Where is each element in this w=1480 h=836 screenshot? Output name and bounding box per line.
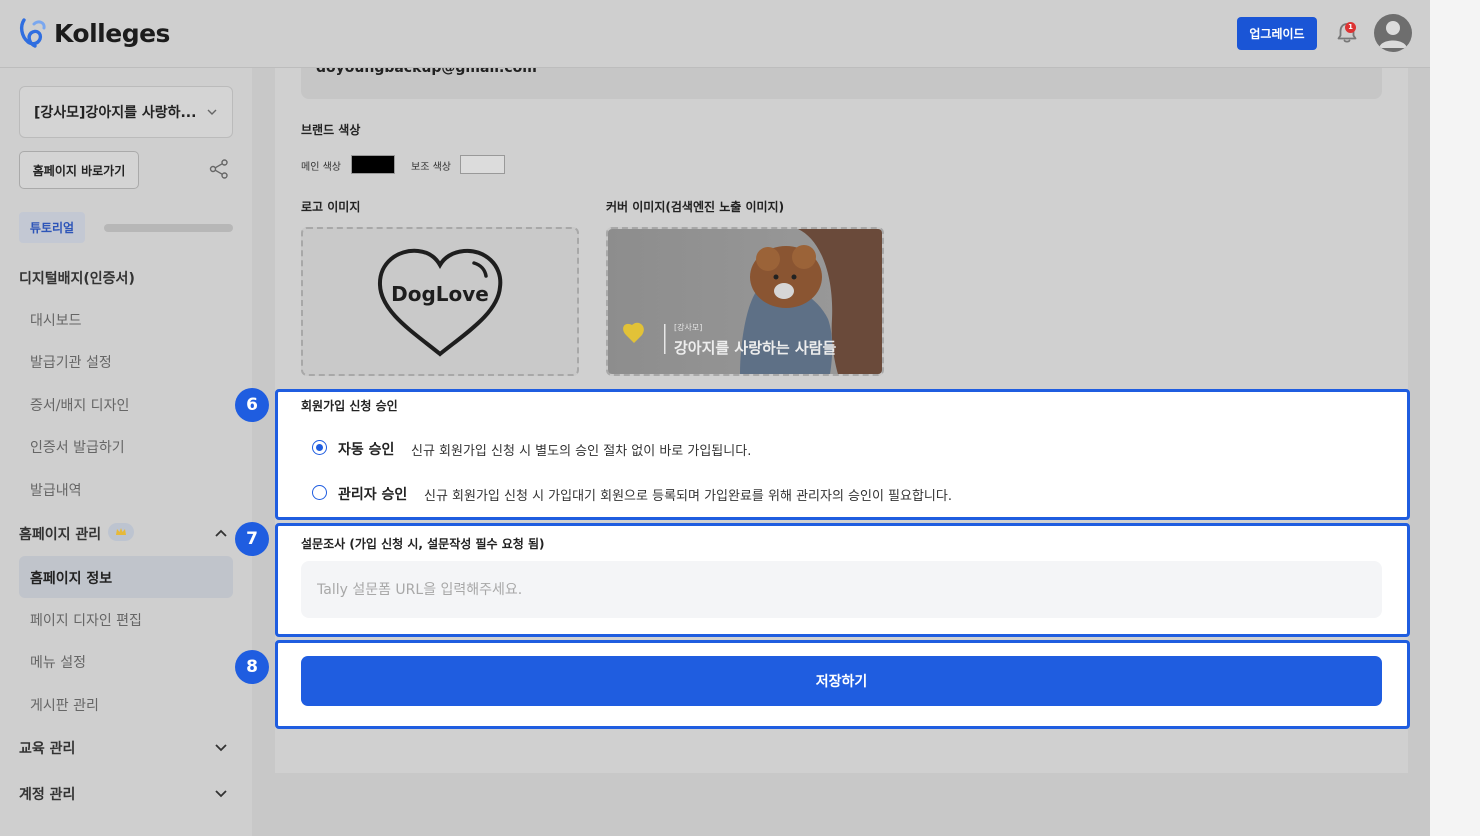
nav-item-issuer-settings[interactable]: 발급기관 설정 xyxy=(30,352,112,372)
crown-icon xyxy=(116,528,126,535)
tutorial-progress-bar xyxy=(104,224,233,232)
nav-item-issue-history[interactable]: 발급내역 xyxy=(30,480,82,500)
admin-approval-label: 관리자 승인 xyxy=(338,487,408,503)
nav-item-issue-certificate[interactable]: 인증서 발급하기 xyxy=(30,437,125,457)
chevron-up-icon[interactable] xyxy=(213,525,229,541)
user-icon xyxy=(1379,21,1407,48)
survey-title: 설문조사 (가입 신청 시, 설문작성 필수 요청 됨) xyxy=(301,537,545,551)
logo-text: Kolleges xyxy=(54,18,170,48)
chevron-down-icon xyxy=(207,109,217,115)
nav-section-homepage[interactable]: 홈페이지 관리 xyxy=(19,524,101,544)
auto-approval-label: 자동 승인 xyxy=(338,442,395,458)
homepage-link-button[interactable]: 홈페이지 바로가기 xyxy=(19,151,139,189)
sub-color-label: 보조 색상 xyxy=(411,162,451,173)
notification-badge: 1 xyxy=(1345,22,1356,33)
main-color-label: 메인 색상 xyxy=(301,162,341,173)
share-icon[interactable] xyxy=(208,158,230,180)
step-badge-8: 8 xyxy=(235,650,269,684)
admin-approval-radio[interactable] xyxy=(312,485,327,500)
site-selector-label: [강사모]강아지를 사랑하... xyxy=(34,105,197,121)
nav-item-certificate-design[interactable]: 증서/배지 디자인 xyxy=(30,395,129,415)
logo-image-text: DogLove xyxy=(391,282,489,306)
premium-badge xyxy=(108,523,134,541)
survey-url-input[interactable] xyxy=(301,561,1382,618)
nav-item-page-design[interactable]: 페이지 디자인 편집 xyxy=(30,610,142,630)
sidebar: [강사모]강아지를 사랑하... 홈페이지 바로가기 튜토리얼 디지털배지(인증… xyxy=(0,68,252,836)
nav-item-dashboard[interactable]: 대시보드 xyxy=(30,310,82,330)
chevron-down-icon[interactable] xyxy=(213,786,229,802)
tutorial-chip[interactable]: 튜토리얼 xyxy=(19,212,85,243)
brand-color-label: 브랜드 색상 xyxy=(301,123,361,137)
logo-mark-icon xyxy=(19,18,46,48)
site-selector[interactable]: [강사모]강아지를 사랑하... xyxy=(19,86,233,138)
nav-item-menu-settings[interactable]: 메뉴 설정 xyxy=(30,652,86,672)
step-badge-6: 6 xyxy=(235,388,269,422)
admin-approval-desc: 신규 회원가입 신청 시 가입대기 회원으로 등록되며 가입완료를 위해 관리자… xyxy=(424,489,952,504)
auto-approval-radio[interactable] xyxy=(312,440,327,455)
nav-section-education[interactable]: 교육 관리 xyxy=(19,738,75,758)
step-badge-7: 7 xyxy=(235,522,269,556)
top-header: Kolleges 업그레이드 1 xyxy=(0,0,1430,68)
email-field[interactable]: doyoungbackup@gmail.com xyxy=(301,68,1382,99)
cover-title-text: 강아지를 사랑하는 사람들 xyxy=(674,339,837,357)
save-button[interactable]: 저장하기 xyxy=(301,656,1382,706)
nav-item-homepage-info[interactable]: 홈페이지 정보 xyxy=(30,568,112,588)
main-color-swatch[interactable] xyxy=(351,155,395,174)
cover-image-label: 커버 이미지(검색엔진 노출 이미지) xyxy=(606,200,785,214)
cover-small-text: [강사모] xyxy=(674,323,703,332)
upgrade-button[interactable]: 업그레이드 xyxy=(1237,17,1317,50)
logo-image-upload[interactable]: DogLove xyxy=(301,227,579,376)
avatar[interactable] xyxy=(1374,14,1412,52)
nav-section-digital-badge[interactable]: 디지털배지(인증서) xyxy=(19,268,135,288)
auto-approval-desc: 신규 회원가입 신청 시 별도의 승인 절차 없이 바로 가입됩니다. xyxy=(411,444,752,459)
page-margin xyxy=(1430,0,1480,836)
cover-image-upload[interactable]: [강사모] 강아지를 사랑하는 사람들 xyxy=(606,227,884,376)
approval-title: 회원가입 신청 승인 xyxy=(301,399,398,413)
logo[interactable]: Kolleges xyxy=(18,16,170,50)
nav-item-board-management[interactable]: 게시판 관리 xyxy=(30,695,99,715)
nav-section-account[interactable]: 계정 관리 xyxy=(19,784,75,804)
email-value: doyoungbackup@gmail.com xyxy=(316,68,537,76)
sub-color-swatch[interactable] xyxy=(460,155,505,174)
chevron-down-icon[interactable] xyxy=(213,740,229,756)
logo-image-label: 로고 이미지 xyxy=(301,200,361,214)
